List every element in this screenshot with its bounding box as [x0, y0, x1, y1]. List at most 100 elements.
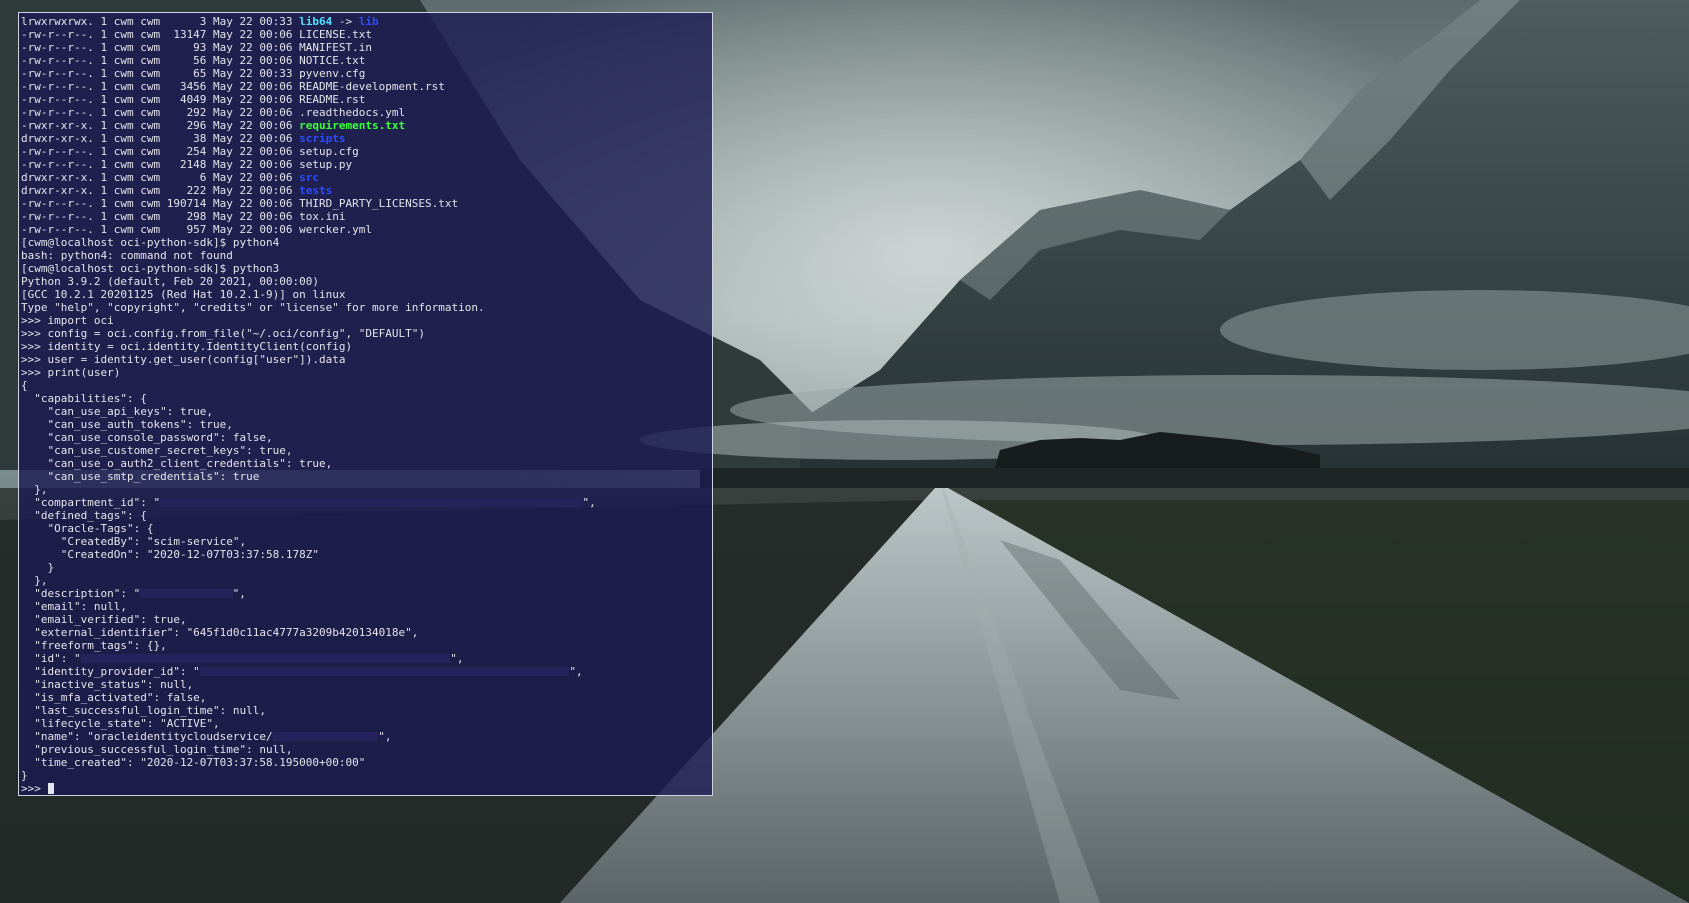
- terminal-text: >>> print(user): [21, 366, 121, 379]
- terminal-text: -rw-r--r--. 1 cwm cwm 190714 May 22 00:0…: [21, 197, 459, 210]
- terminal-text: "can_use_smtp_credentials": true: [21, 470, 260, 483]
- terminal-text: ",: [569, 665, 583, 678]
- terminal-text: tests: [299, 184, 333, 197]
- terminal-text: src: [299, 171, 320, 184]
- terminal-text: "freeform_tags": {},: [21, 639, 167, 652]
- terminal-line: "time_created": "2020-12-07T03:37:58.195…: [21, 756, 712, 769]
- terminal-text: lrwxrwxrwx. 1 cwm cwm 3 May 22 00:33: [21, 15, 300, 28]
- terminal-line: -rw-r--r--. 1 cwm cwm 13147 May 22 00:06…: [21, 28, 712, 41]
- terminal-text: -rw-r--r--. 1 cwm cwm 2148 May 22 00:06 …: [21, 158, 353, 171]
- terminal-text: ",: [450, 652, 464, 665]
- terminal-line: "email_verified": true,: [21, 613, 712, 626]
- terminal-text: bash: python4: command not found: [21, 249, 233, 262]
- terminal-line: "inactive_status": null,: [21, 678, 712, 691]
- terminal-text: lib64: [299, 15, 333, 28]
- terminal-text: drwxr-xr-x. 1 cwm cwm 222 May 22 00:06: [21, 184, 300, 197]
- terminal-text: "lifecycle_state": "ACTIVE",: [21, 717, 220, 730]
- terminal-line: -rw-r--r--. 1 cwm cwm 254 May 22 00:06 s…: [21, 145, 712, 158]
- terminal-text: "time_created": "2020-12-07T03:37:58.195…: [21, 756, 366, 769]
- terminal-text: >>> config = oci.config.from_file("~/.oc…: [21, 327, 425, 340]
- terminal-line: -rw-r--r--. 1 cwm cwm 298 May 22 00:06 t…: [21, 210, 712, 223]
- terminal-text: -rwxr-xr-x. 1 cwm cwm 296 May 22 00:06: [21, 119, 300, 132]
- terminal-line: "CreatedOn": "2020-12-07T03:37:58.178Z": [21, 548, 712, 561]
- terminal-text: "inactive_status": null,: [21, 678, 194, 691]
- terminal-line: "can_use_smtp_credentials": true: [21, 470, 712, 483]
- terminal-line: -rw-r--r--. 1 cwm cwm 65 May 22 00:33 py…: [21, 67, 712, 80]
- terminal-line: "name": "oracleidentitycloudservice/ ",: [21, 730, 712, 743]
- terminal-line: {: [21, 379, 712, 392]
- terminal-line: Type "help", "copyright", "credits" or "…: [21, 301, 712, 314]
- terminal-text: -rw-r--r--. 1 cwm cwm 65 May 22 00:33 py…: [21, 67, 366, 80]
- terminal-line: -rw-r--r--. 1 cwm cwm 292 May 22 00:06 .…: [21, 106, 712, 119]
- terminal-line: "last_successful_login_time": null,: [21, 704, 712, 717]
- terminal-text: "description": ": [21, 587, 141, 600]
- terminal-text: Python 3.9.2 (default, Feb 20 2021, 00:0…: [21, 275, 320, 288]
- terminal-line: -rw-r--r--. 1 cwm cwm 56 May 22 00:06 NO…: [21, 54, 712, 67]
- terminal-text: [GCC 10.2.1 20201125 (Red Hat 10.2.1-9)]…: [21, 288, 346, 301]
- terminal-line: "compartment_id": " ",: [21, 496, 712, 509]
- terminal-text: -rw-r--r--. 1 cwm cwm 13147 May 22 00:06…: [21, 28, 372, 41]
- terminal-line: -rw-r--r--. 1 cwm cwm 93 May 22 00:06 MA…: [21, 41, 712, 54]
- terminal-window[interactable]: lrwxrwxrwx. 1 cwm cwm 3 May 22 00:33 lib…: [18, 12, 713, 796]
- terminal-text: }: [21, 561, 55, 574]
- terminal-line: >>> identity = oci.identity.IdentityClie…: [21, 340, 712, 353]
- redacted-value: [140, 589, 233, 598]
- redacted-value: [80, 654, 451, 663]
- terminal-text: "can_use_o_auth2_client_credentials": tr…: [21, 457, 333, 470]
- terminal-line: }: [21, 561, 712, 574]
- terminal-line: [GCC 10.2.1 20201125 (Red Hat 10.2.1-9)]…: [21, 288, 712, 301]
- terminal-text: "external_identifier": "645f1d0c11ac4777…: [21, 626, 419, 639]
- terminal-text: requirements.txt: [299, 119, 406, 132]
- terminal-text: },: [21, 574, 48, 587]
- terminal-output: lrwxrwxrwx. 1 cwm cwm 3 May 22 00:33 lib…: [19, 13, 712, 795]
- terminal-line: "can_use_console_password": false,: [21, 431, 712, 444]
- terminal-text: Type "help", "copyright", "credits" or "…: [21, 301, 485, 314]
- terminal-text: "CreatedBy": "scim-service",: [21, 535, 247, 548]
- terminal-line: -rw-r--r--. 1 cwm cwm 190714 May 22 00:0…: [21, 197, 712, 210]
- terminal-line: },: [21, 483, 712, 496]
- terminal-line: >>> config = oci.config.from_file("~/.oc…: [21, 327, 712, 340]
- terminal-text: >>> user = identity.get_user(config["use…: [21, 353, 346, 366]
- terminal-line: "freeform_tags": {},: [21, 639, 712, 652]
- terminal-text: ",: [378, 730, 392, 743]
- terminal-line: "identity_provider_id": " ",: [21, 665, 712, 678]
- terminal-line: "can_use_o_auth2_client_credentials": tr…: [21, 457, 712, 470]
- terminal-text: "email_verified": true,: [21, 613, 187, 626]
- terminal-text: "Oracle-Tags": {: [21, 522, 154, 535]
- terminal-text: -rw-r--r--. 1 cwm cwm 298 May 22 00:06 t…: [21, 210, 346, 223]
- terminal-line: "defined_tags": {: [21, 509, 712, 522]
- terminal-text: scripts: [299, 132, 346, 145]
- terminal-line: >>> import oci: [21, 314, 712, 327]
- redacted-value: [272, 732, 379, 741]
- terminal-text: {: [21, 379, 28, 392]
- terminal-text: ->: [332, 15, 359, 28]
- terminal-text: "previous_successful_login_time": null,: [21, 743, 293, 756]
- terminal-text: "is_mfa_activated": false,: [21, 691, 207, 704]
- terminal-line: drwxr-xr-x. 1 cwm cwm 6 May 22 00:06 src: [21, 171, 712, 184]
- terminal-line: -rw-r--r--. 1 cwm cwm 957 May 22 00:06 w…: [21, 223, 712, 236]
- terminal-line: "capabilities": {: [21, 392, 712, 405]
- terminal-line: "email": null,: [21, 600, 712, 613]
- redacted-value: [160, 498, 583, 507]
- terminal-line: "previous_successful_login_time": null,: [21, 743, 712, 756]
- terminal-text: -rw-r--r--. 1 cwm cwm 3456 May 22 00:06 …: [21, 80, 445, 93]
- terminal-text: -rw-r--r--. 1 cwm cwm 957 May 22 00:06 w…: [21, 223, 372, 236]
- terminal-line: },: [21, 574, 712, 587]
- text-cursor: [47, 783, 54, 794]
- terminal-line: "Oracle-Tags": {: [21, 522, 712, 535]
- terminal-line: Python 3.9.2 (default, Feb 20 2021, 00:0…: [21, 275, 712, 288]
- terminal-text: ",: [232, 587, 246, 600]
- terminal-text: >>> import oci: [21, 314, 114, 327]
- terminal-line: >>> user = identity.get_user(config["use…: [21, 353, 712, 366]
- terminal-text: }: [21, 769, 28, 782]
- terminal-line: lrwxrwxrwx. 1 cwm cwm 3 May 22 00:33 lib…: [21, 15, 712, 28]
- terminal-line: "can_use_auth_tokens": true,: [21, 418, 712, 431]
- terminal-line: -rwxr-xr-x. 1 cwm cwm 296 May 22 00:06 r…: [21, 119, 712, 132]
- terminal-line: }: [21, 769, 712, 782]
- terminal-line: >>>: [21, 782, 712, 795]
- terminal-text: ",: [582, 496, 596, 509]
- terminal-line: drwxr-xr-x. 1 cwm cwm 222 May 22 00:06 t…: [21, 184, 712, 197]
- terminal-text: >>> identity = oci.identity.IdentityClie…: [21, 340, 353, 353]
- terminal-text: -rw-r--r--. 1 cwm cwm 56 May 22 00:06 NO…: [21, 54, 366, 67]
- terminal-line: "can_use_customer_secret_keys": true,: [21, 444, 712, 457]
